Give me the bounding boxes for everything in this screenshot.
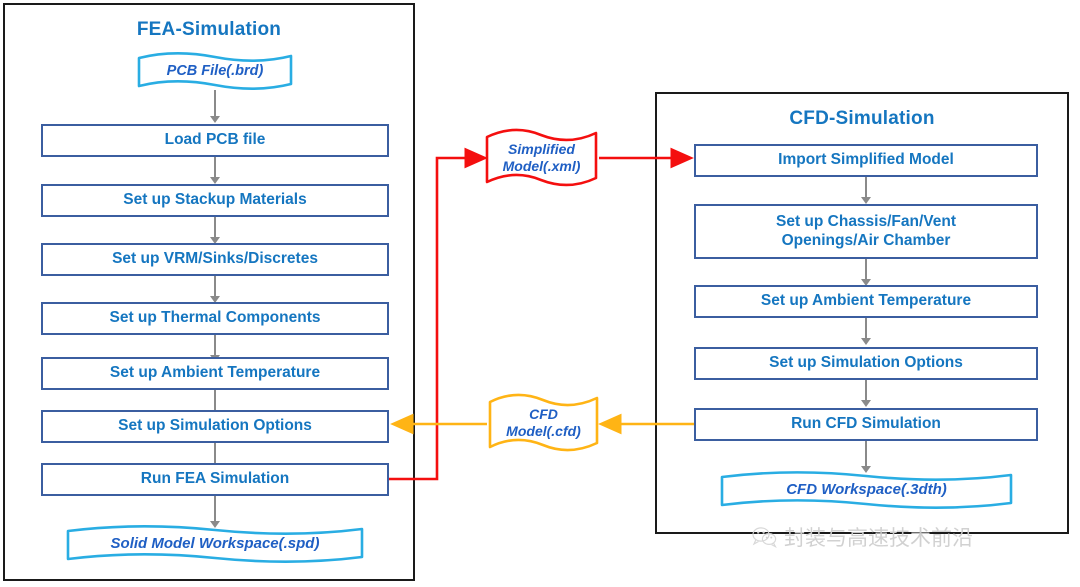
doc-pcb-file: PCB File(.brd) — [137, 52, 293, 90]
fea-step-vrm-sinks-discretes[interactable]: Set up VRM/Sinks/Discretes — [41, 243, 389, 276]
doc-simplified-model: Simplified Model(.xml) — [484, 128, 599, 187]
cfd-panel-title: CFD-Simulation — [789, 108, 935, 129]
fea-step-label: Load PCB file — [164, 131, 266, 149]
cfd-step-import-simplified-model[interactable]: Import Simplified Model — [694, 144, 1038, 177]
wechat-icon — [752, 527, 777, 548]
fea-step-simulation-options[interactable]: Set up Simulation Options — [41, 410, 389, 443]
fea-step-label: Set up Thermal Components — [109, 309, 321, 327]
doc-cfd-workspace: CFD Workspace(.3dth) — [720, 471, 1013, 509]
fea-step-label: Run FEA Simulation — [140, 470, 290, 488]
cfd-step-label: Set up Chassis/Fan/Vent Openings/Air Cha… — [775, 212, 957, 249]
cfd-step-chassis-fan-vent[interactable]: Set up Chassis/Fan/Vent Openings/Air Cha… — [694, 204, 1038, 259]
fea-step-label: Set up Stackup Materials — [123, 191, 307, 209]
fea-step-thermal-components[interactable]: Set up Thermal Components — [41, 302, 389, 335]
cfd-step-label: Run CFD Simulation — [791, 415, 941, 433]
fea-step-run-fea-simulation[interactable]: Run FEA Simulation — [41, 463, 389, 496]
doc-solid-model-workspace: Solid Model Workspace(.spd) — [66, 525, 364, 563]
cfd-step-label: Set up Simulation Options — [769, 354, 963, 372]
diagram-canvas: FEA-Simulation PCB File(.brd) Load PCB f… — [0, 0, 1080, 587]
cfd-step-label: Import Simplified Model — [778, 151, 954, 169]
fea-step-ambient-temperature[interactable]: Set up Ambient Temperature — [41, 357, 389, 390]
fea-step-label: Set up Simulation Options — [118, 417, 312, 435]
cfd-step-label: Set up Ambient Temperature — [760, 292, 972, 310]
cfd-step-ambient-temperature[interactable]: Set up Ambient Temperature — [694, 285, 1038, 318]
fea-step-load-pcb-file[interactable]: Load PCB file — [41, 124, 389, 157]
cfd-step-run-cfd-simulation[interactable]: Run CFD Simulation — [694, 408, 1038, 441]
fea-step-label: Set up Ambient Temperature — [109, 364, 321, 382]
fea-panel-title: FEA-Simulation — [136, 19, 282, 40]
watermark-text: 封装与高速技术前沿 — [784, 526, 973, 550]
fea-step-label: Set up VRM/Sinks/Discretes — [112, 250, 318, 268]
watermark: 封装与高速技术前沿 — [752, 522, 973, 552]
fea-step-stackup-materials[interactable]: Set up Stackup Materials — [41, 184, 389, 217]
cfd-step-simulation-options[interactable]: Set up Simulation Options — [694, 347, 1038, 380]
doc-cfd-model: CFD Model(.cfd) — [487, 393, 600, 452]
